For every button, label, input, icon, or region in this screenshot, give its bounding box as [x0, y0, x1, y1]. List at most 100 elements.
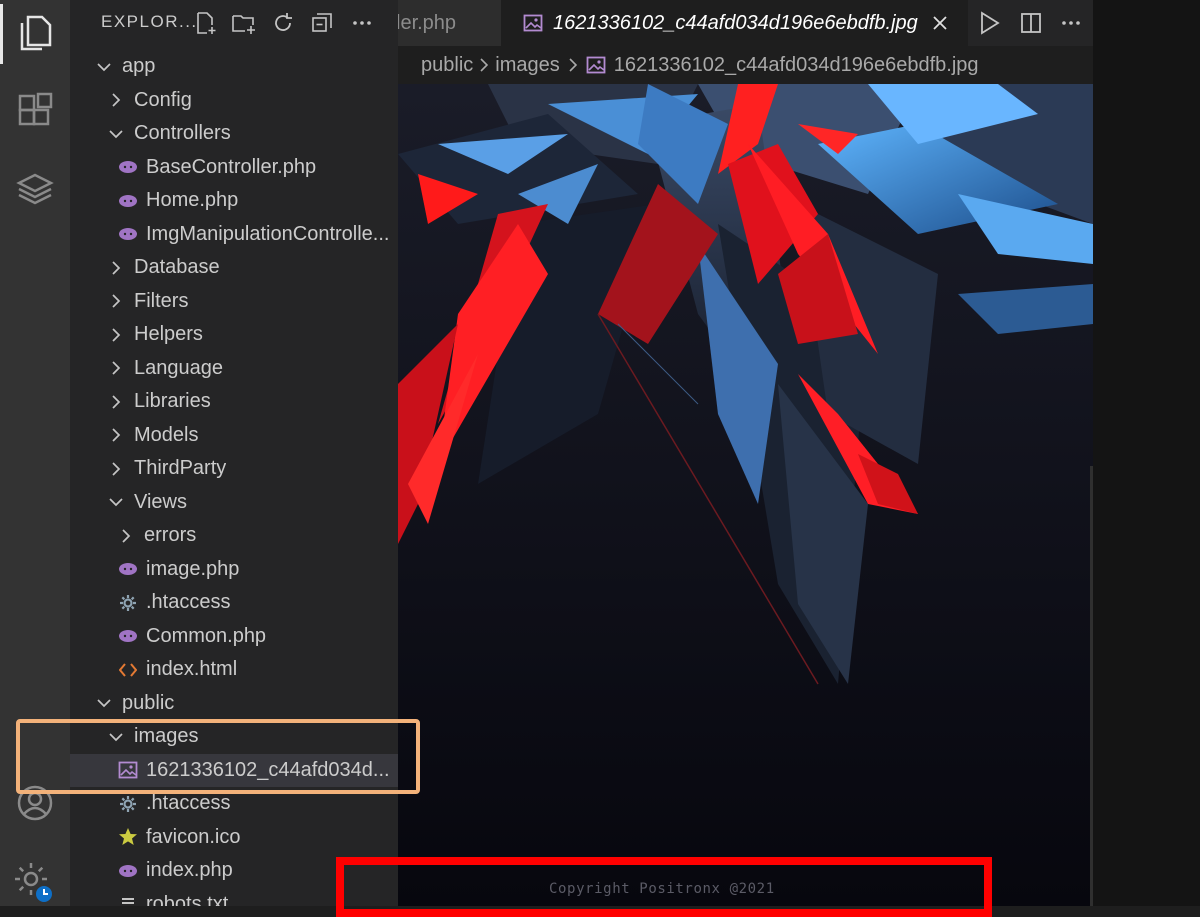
chevron-right-icon: [108, 92, 124, 108]
tree-item[interactable]: Views: [70, 486, 398, 519]
tree-item-label: Config: [134, 88, 192, 111]
tree-item-label: Models: [134, 423, 199, 446]
tab-inactive-label: ler.php: [398, 11, 457, 34]
database-icon[interactable]: [12, 166, 58, 212]
explorer-title: EXPLOR...: [101, 12, 198, 31]
tree-item[interactable]: Common.php: [70, 620, 398, 653]
config-gear-icon: [118, 794, 138, 814]
tree-item[interactable]: ImgManipulationControlle...: [70, 218, 398, 251]
tree-item-label: Common.php: [146, 624, 267, 647]
active-view-marker: [0, 4, 3, 64]
chevron-right-icon: [108, 461, 124, 477]
editor-tab-bar: ler.php 1621336102_c44afd034d196e6ebdfb.…: [398, 0, 1093, 46]
refresh-icon[interactable]: [270, 10, 296, 36]
chevron-down-icon: [108, 494, 124, 510]
abstract-shards-image: [398, 84, 1093, 906]
tree-item-label: index.html: [146, 658, 238, 680]
tree-item-label: public: [122, 691, 175, 714]
chevron-right-icon: [108, 293, 124, 309]
chevron-right-icon: [108, 394, 124, 410]
breadcrumb-item-file[interactable]: 1621336102_c44afd034d196e6ebdfb.jpg: [614, 54, 979, 77]
run-icon[interactable]: [979, 11, 1001, 35]
breadcrumb-item-images[interactable]: images: [495, 54, 559, 77]
extensions-icon[interactable]: [12, 88, 58, 134]
tree-item-label: Views: [134, 490, 187, 513]
php-file-icon: [118, 626, 138, 646]
explorer-header: EXPLOR...: [70, 0, 398, 46]
tree-item-label: errors: [144, 524, 197, 546]
tree-item[interactable]: Language: [70, 352, 398, 385]
image-preview[interactable]: [398, 84, 1093, 906]
copyright-text: Copyright Positronx @2021: [549, 881, 775, 897]
editor-more-actions-icon[interactable]: [1059, 11, 1083, 35]
collapse-all-icon[interactable]: [309, 10, 335, 36]
chevron-right-icon: [568, 58, 578, 72]
tree-item-label: image.php: [146, 557, 240, 580]
new-file-icon[interactable]: [193, 10, 219, 36]
tree-item-label: favicon.ico: [146, 825, 241, 848]
text-file-icon: [118, 894, 138, 906]
tree-item-label: Libraries: [134, 390, 211, 412]
new-folder-icon[interactable]: [231, 10, 257, 36]
split-editor-icon[interactable]: [1020, 11, 1042, 35]
tree-item[interactable]: errors: [70, 519, 398, 552]
tree-item-label: Controllers: [134, 122, 231, 144]
tree-item-label: BaseController.php: [146, 155, 317, 178]
breadcrumb: public images 1621336102_c44afd034d196e6…: [398, 46, 1093, 84]
more-actions-icon[interactable]: [349, 10, 375, 36]
tree-item-label: index.php: [146, 859, 233, 881]
tree-item[interactable]: Database: [70, 251, 398, 284]
tree-item-label: Language: [134, 356, 223, 379]
chevron-right-icon: [479, 58, 489, 72]
tree-item[interactable]: index.html: [70, 653, 398, 686]
tree-item[interactable]: favicon.ico: [70, 821, 398, 854]
files-icon[interactable]: [12, 10, 58, 56]
right-background: [1093, 0, 1200, 906]
php-file-icon: [118, 861, 138, 881]
tree-item[interactable]: Home.php: [70, 184, 398, 217]
html-brackets-icon: [118, 660, 138, 680]
settings-gear-icon[interactable]: [12, 858, 58, 904]
tree-item[interactable]: Libraries: [70, 385, 398, 418]
tab-active-label: 1621336102_c44afd034d196e6ebdfb.jpg: [553, 11, 918, 34]
tree-item[interactable]: Config: [70, 84, 398, 117]
chevron-right-icon: [108, 327, 124, 343]
tab-active-image[interactable]: 1621336102_c44afd034d196e6ebdfb.jpg: [501, 0, 968, 46]
tree-item-label: Helpers: [134, 323, 203, 345]
tree-item[interactable]: Controllers: [70, 117, 398, 150]
tree-item[interactable]: ThirdParty: [70, 452, 398, 485]
tree-item-label: robots.txt: [146, 892, 229, 907]
chevron-down-icon: [96, 695, 112, 711]
php-file-icon: [118, 191, 138, 211]
tree-item[interactable]: Filters: [70, 285, 398, 318]
image-file-icon: [523, 14, 543, 32]
tree-item[interactable]: image.php: [70, 553, 398, 586]
tree-item[interactable]: Helpers: [70, 318, 398, 351]
tree-item-label: ImgManipulationControlle...: [146, 222, 390, 245]
config-gear-icon: [118, 593, 138, 613]
tree-item-label: Home.php: [146, 189, 239, 211]
tree-item-label: Database: [134, 256, 220, 278]
chevron-down-icon: [96, 59, 112, 75]
chevron-right-icon: [108, 360, 124, 376]
breadcrumb-item-public[interactable]: public: [421, 54, 473, 77]
chevron-right-icon: [118, 528, 134, 544]
tree-item[interactable]: app: [70, 50, 398, 83]
close-icon[interactable]: [932, 15, 948, 31]
php-file-icon: [118, 559, 138, 579]
php-file-icon: [118, 157, 138, 177]
tree-item[interactable]: public: [70, 687, 398, 720]
tree-item-label: .htaccess: [146, 591, 231, 613]
favicon-star-icon: [118, 827, 138, 847]
image-file-icon: [586, 56, 606, 74]
chevron-right-icon: [108, 260, 124, 276]
tree-item[interactable]: BaseController.php: [70, 151, 398, 184]
tree-item-label: ThirdParty: [134, 457, 227, 479]
highlight-box-image-file: [16, 719, 420, 794]
tab-inactive[interactable]: ler.php: [398, 0, 501, 46]
tree-item-label: .htaccess: [146, 792, 231, 814]
tree-item[interactable]: Models: [70, 419, 398, 452]
tree-item[interactable]: .htaccess: [70, 586, 398, 619]
chevron-down-icon: [108, 126, 124, 142]
php-file-icon: [118, 224, 138, 244]
